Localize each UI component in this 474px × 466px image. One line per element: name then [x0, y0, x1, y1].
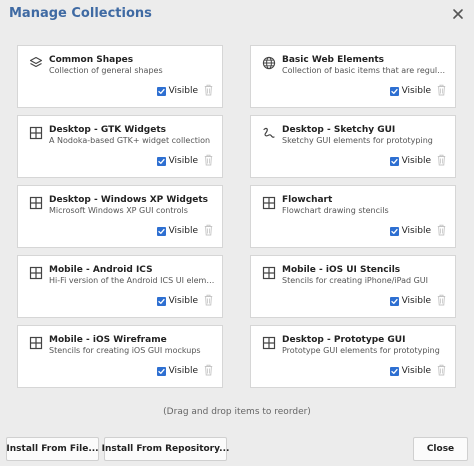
grid-icon: [29, 126, 43, 140]
visible-checkbox[interactable]: [156, 226, 166, 236]
collection-title: Mobile - iOS UI Stencils: [282, 265, 401, 275]
collection-description: A Nodoka-based GTK+ widget collection: [49, 136, 211, 145]
collection-card[interactable]: Desktop - GTK Widgets A Nodoka-based GTK+…: [17, 115, 223, 178]
visible-toggle[interactable]: Visible: [389, 296, 431, 306]
trash-icon[interactable]: [437, 154, 446, 166]
trash-icon[interactable]: [204, 364, 213, 376]
visible-label: Visible: [401, 296, 431, 306]
visible-checkbox[interactable]: [156, 86, 166, 96]
collection-description: Stencils for creating iPhone/iPad GUI: [282, 276, 429, 285]
collection-description: Stencils for creating iOS GUI mockups: [49, 346, 201, 355]
visible-label: Visible: [168, 296, 198, 306]
squiggle-icon: [262, 126, 276, 140]
install-from-repository-button[interactable]: Install From Repository...: [102, 437, 229, 461]
grid-icon: [29, 266, 43, 280]
visible-label: Visible: [401, 156, 431, 166]
visible-label: Visible: [168, 366, 198, 376]
visible-label: Visible: [168, 86, 198, 96]
visible-toggle[interactable]: Visible: [156, 86, 198, 96]
trash-icon[interactable]: [437, 294, 446, 306]
dialog-title: Manage Collections: [9, 6, 152, 21]
collection-description: Collection of general shapes: [49, 66, 163, 75]
collection-description: Collection of basic items that are regul…: [282, 66, 449, 75]
visible-toggle[interactable]: Visible: [389, 366, 431, 376]
visible-checkbox[interactable]: [389, 156, 399, 166]
visible-toggle[interactable]: Visible: [389, 156, 431, 166]
collection-description: Sketchy GUI elements for prototyping: [282, 136, 433, 145]
trash-icon[interactable]: [204, 294, 213, 306]
visible-label: Visible: [401, 226, 431, 236]
visible-toggle[interactable]: Visible: [156, 366, 198, 376]
collection-title: Basic Web Elements: [282, 55, 385, 65]
trash-icon[interactable]: [204, 84, 213, 96]
grid-icon: [29, 336, 43, 350]
visible-label: Visible: [401, 366, 431, 376]
visible-checkbox[interactable]: [156, 366, 166, 376]
visible-checkbox[interactable]: [156, 296, 166, 306]
grid-icon: [262, 336, 276, 350]
collection-card[interactable]: Desktop - Sketchy GUI Sketchy GUI element…: [250, 115, 456, 178]
collection-title: Flowchart: [282, 195, 333, 205]
trash-icon[interactable]: [204, 154, 213, 166]
visible-checkbox[interactable]: [389, 86, 399, 96]
visible-toggle[interactable]: Visible: [156, 296, 198, 306]
visible-label: Visible: [168, 156, 198, 166]
collection-title: Desktop - GTK Widgets: [49, 125, 166, 135]
close-icon[interactable]: [452, 8, 464, 20]
install-from-file-button[interactable]: Install From File...: [6, 437, 99, 461]
grid-icon: [262, 266, 276, 280]
collection-card[interactable]: Desktop - Prototype GUI Prototype GUI ele…: [250, 325, 456, 388]
collection-description: Prototype GUI elements for prototyping: [282, 346, 440, 355]
globe-icon: [262, 56, 276, 70]
trash-icon[interactable]: [437, 224, 446, 236]
visible-checkbox[interactable]: [389, 366, 399, 376]
visible-toggle[interactable]: Visible: [389, 86, 431, 96]
collection-card[interactable]: Common Shapes Collection of general shape…: [17, 45, 223, 108]
collection-card[interactable]: Mobile - iOS UI Stencils Stencils for cre…: [250, 255, 456, 318]
collection-title: Mobile - iOS Wireframe: [49, 335, 167, 345]
collection-card[interactable]: Mobile - iOS Wireframe Stencils for creat…: [17, 325, 223, 388]
close-button[interactable]: Close: [413, 437, 468, 461]
collection-title: Common Shapes: [49, 55, 134, 65]
collection-title: Desktop - Prototype GUI: [282, 335, 406, 345]
visible-toggle[interactable]: Visible: [389, 226, 431, 236]
collection-description: Microsoft Windows XP GUI controls: [49, 206, 188, 215]
grid-icon: [262, 196, 276, 210]
visible-label: Visible: [401, 86, 431, 96]
visible-checkbox[interactable]: [156, 156, 166, 166]
collection-title: Desktop - Sketchy GUI: [282, 125, 396, 135]
collection-description: Flowchart drawing stencils: [282, 206, 389, 215]
collection-card[interactable]: Basic Web Elements Collection of basic it…: [250, 45, 456, 108]
collection-card[interactable]: Desktop - Windows XP Widgets Microsoft Wi…: [17, 185, 223, 248]
layers-icon: [29, 56, 43, 70]
grid-icon: [29, 196, 43, 210]
collection-title: Mobile - Android ICS: [49, 265, 153, 275]
visible-label: Visible: [168, 226, 198, 236]
collection-description: Hi-Fi version of the Android ICS UI elem…: [49, 276, 216, 285]
reorder-hint: (Drag and drop items to reorder): [163, 407, 311, 417]
collection-card[interactable]: Flowchart Flowchart drawing stencils Visib…: [250, 185, 456, 248]
visible-checkbox[interactable]: [389, 226, 399, 236]
visible-toggle[interactable]: Visible: [156, 156, 198, 166]
trash-icon[interactable]: [437, 84, 446, 96]
collection-card[interactable]: Mobile - Android ICS Hi-Fi version of the…: [17, 255, 223, 318]
visible-toggle[interactable]: Visible: [156, 226, 198, 236]
trash-icon[interactable]: [437, 364, 446, 376]
collection-title: Desktop - Windows XP Widgets: [49, 195, 209, 205]
visible-checkbox[interactable]: [389, 296, 399, 306]
trash-icon[interactable]: [204, 224, 213, 236]
collection-grid: Common Shapes Collection of general shape…: [17, 45, 458, 388]
